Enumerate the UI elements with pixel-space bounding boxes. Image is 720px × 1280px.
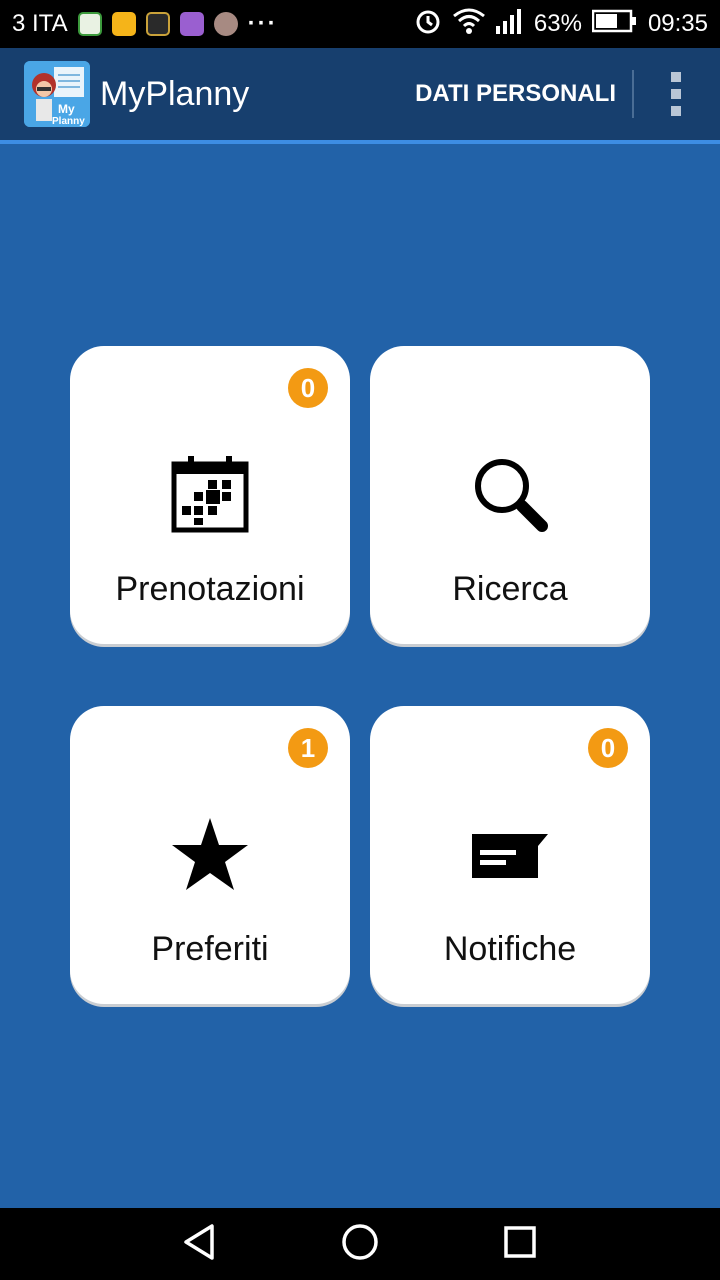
search-icon — [470, 454, 550, 539]
carrier-label: 3 ITA — [12, 10, 68, 37]
battery-percent: 63% — [533, 10, 582, 37]
tile-notifiche[interactable]: 0 Notifiche — [370, 706, 650, 1004]
app-icon-green — [77, 12, 102, 36]
alarm-icon — [414, 7, 442, 42]
app-icon-s — [213, 12, 238, 36]
more-notifications: ··· — [247, 10, 278, 37]
back-icon[interactable] — [180, 1222, 220, 1267]
tile-prenotazioni[interactable]: 0 Prenotazioni — [70, 346, 350, 644]
app-icon-yellow — [111, 12, 136, 36]
wifi-icon — [452, 8, 486, 41]
tile-ricerca[interactable]: Ricerca — [370, 346, 650, 644]
appbar-divider — [0, 140, 720, 144]
star-icon — [170, 814, 250, 899]
tile-label-notifiche: Notifiche — [443, 930, 577, 968]
home-icon[interactable] — [340, 1222, 380, 1267]
bookings-count-badge: 0 — [288, 368, 328, 408]
tile-label-preferiti: Preferiti — [151, 930, 269, 968]
app-icon-dark — [145, 12, 170, 36]
message-icon — [470, 814, 550, 899]
signal-icon — [495, 8, 524, 41]
tile-preferiti[interactable]: 1 Preferiti — [70, 706, 350, 1004]
personal-data-button[interactable]: DATI PERSONALI — [415, 70, 634, 118]
app-icon-purple — [179, 12, 204, 36]
tile-label-prenotazioni: Prenotazioni — [115, 570, 305, 608]
app-bar: My Planny MyPlanny DATI PERSONALI — [0, 48, 720, 140]
tile-label-ricerca: Ricerca — [452, 570, 568, 608]
overflow-menu-icon[interactable] — [648, 66, 704, 122]
app-title: MyPlanny — [100, 74, 250, 113]
svg-text:My: My — [58, 102, 75, 116]
favorites-count-badge: 1 — [288, 728, 328, 768]
system-nav-bar — [0, 1208, 720, 1280]
app-logo: My Planny — [24, 61, 90, 127]
svg-text:Planny: Planny — [52, 116, 85, 127]
battery-icon — [591, 9, 638, 40]
clock: 09:35 — [647, 10, 708, 37]
status-bar: 3 ITA ··· 63% 09:35 — [0, 0, 720, 48]
calendar-icon — [170, 454, 250, 539]
recents-icon[interactable] — [500, 1222, 540, 1267]
notifications-count-badge: 0 — [588, 728, 628, 768]
